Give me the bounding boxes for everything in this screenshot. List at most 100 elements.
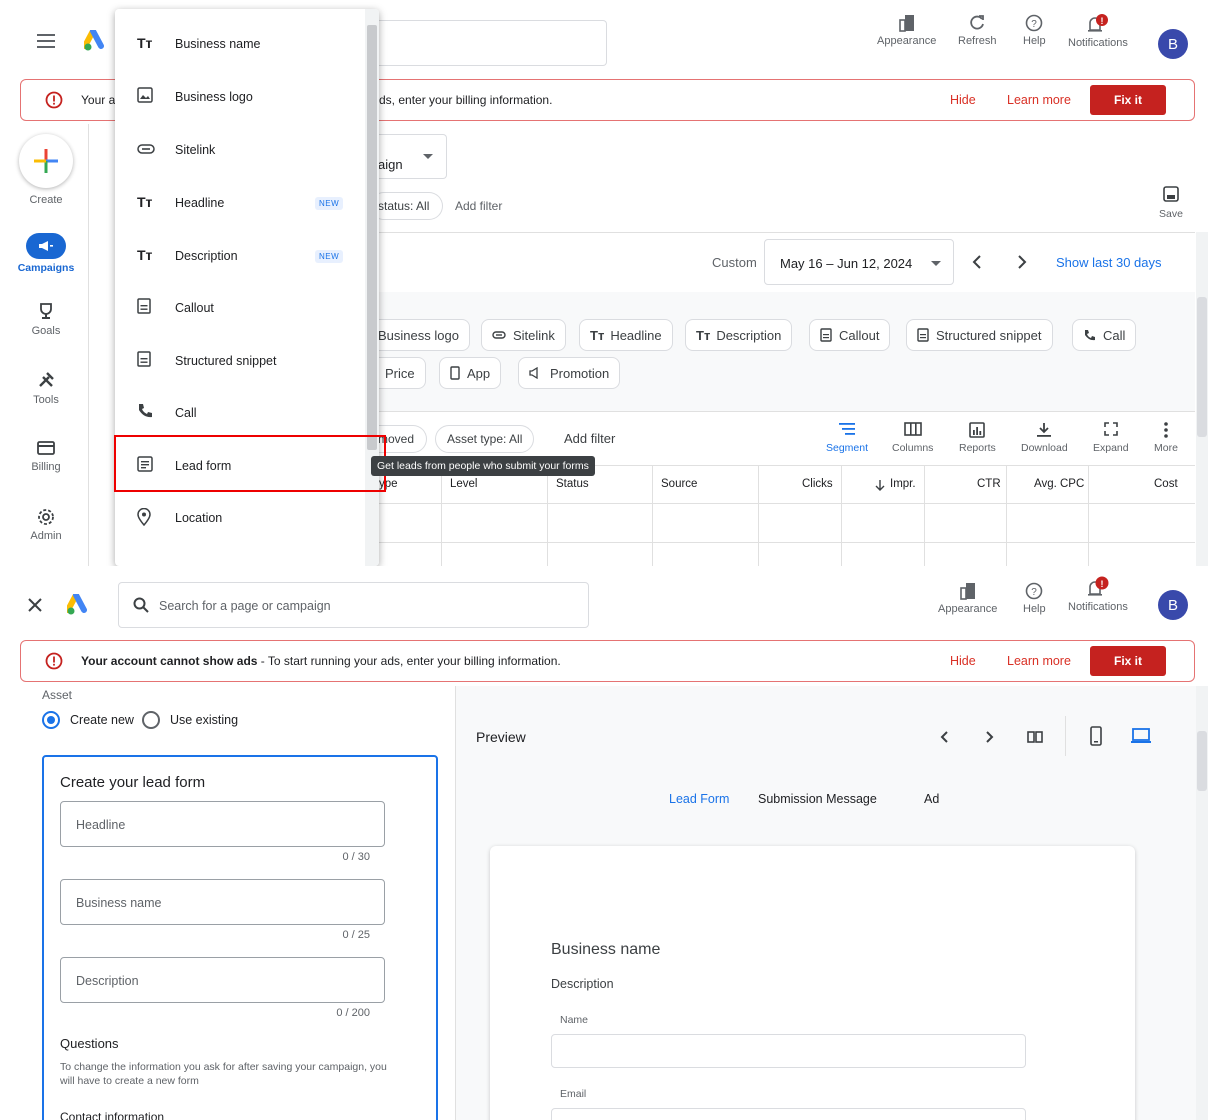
col-divider bbox=[652, 466, 653, 566]
chip-description[interactable]: Tт Description bbox=[685, 319, 793, 351]
form-title: Create your lead form bbox=[60, 774, 206, 791]
svg-text:!: ! bbox=[1100, 16, 1103, 26]
chip-business-logo[interactable]: Business logo bbox=[370, 319, 470, 351]
date-range-select[interactable]: May 16 – Jun 12, 2024 bbox=[764, 239, 954, 285]
asset-type-filter-chip[interactable]: Asset type: All bbox=[435, 425, 535, 453]
save-button[interactable]: Save bbox=[1159, 186, 1183, 220]
columns-button[interactable]: Columns bbox=[892, 422, 933, 454]
segment-icon bbox=[839, 423, 856, 435]
appearance-icon bbox=[898, 15, 914, 32]
chevron-right-icon[interactable] bbox=[986, 731, 994, 743]
learn-more-link[interactable]: Learn more bbox=[1007, 654, 1071, 668]
add-filter-link[interactable]: Add filter bbox=[455, 199, 502, 213]
chip-call[interactable]: Call bbox=[1072, 319, 1137, 351]
chevron-left-icon[interactable] bbox=[972, 255, 982, 269]
expand-button[interactable]: Expand bbox=[1093, 422, 1129, 454]
menu-item-structured-snippet[interactable]: Structured snippet bbox=[115, 335, 365, 387]
description-field[interactable]: Description bbox=[60, 957, 385, 1003]
chevron-right-icon[interactable] bbox=[1017, 255, 1027, 269]
learn-more-link[interactable]: Learn more bbox=[1007, 93, 1071, 107]
column-header-impr[interactable]: Impr. bbox=[890, 478, 916, 490]
column-header-source[interactable]: Source bbox=[661, 478, 697, 490]
dropdown-arrow-icon bbox=[423, 154, 433, 159]
column-header-ctr[interactable]: CTR bbox=[977, 478, 1001, 490]
campaign-assets-screen: Appearance Refresh ? Help ! Notification… bbox=[0, 0, 1208, 566]
status-filter-chip[interactable]: status: All bbox=[370, 192, 443, 220]
chip-sitelink[interactable]: Sitelink bbox=[481, 319, 566, 351]
mobile-icon[interactable] bbox=[1090, 726, 1102, 746]
column-header-status[interactable]: Status bbox=[556, 478, 589, 490]
split-view-icon[interactable] bbox=[1027, 731, 1043, 743]
campaign-select[interactable]: aign bbox=[370, 134, 447, 179]
menu-item-call[interactable]: Call bbox=[115, 387, 365, 439]
hide-link[interactable]: Hide bbox=[950, 93, 976, 107]
scrollbar[interactable] bbox=[1196, 232, 1208, 566]
column-header-clicks[interactable]: Clicks bbox=[802, 478, 833, 490]
fix-it-button[interactable]: Fix it bbox=[1090, 646, 1166, 676]
search-input[interactable] bbox=[370, 20, 607, 66]
column-header-cost[interactable]: Cost bbox=[1154, 478, 1178, 490]
more-button[interactable]: More bbox=[1154, 422, 1178, 454]
desktop-icon[interactable] bbox=[1131, 728, 1151, 744]
hide-link[interactable]: Hide bbox=[950, 654, 976, 668]
menu-icon[interactable] bbox=[37, 34, 55, 48]
google-ads-logo bbox=[67, 594, 91, 616]
menu-item-location[interactable]: Location bbox=[115, 492, 365, 544]
chip-callout[interactable]: Callout bbox=[809, 319, 891, 351]
notifications-button[interactable]: ! Notifications bbox=[1068, 576, 1128, 613]
tab-ad[interactable]: Ad bbox=[924, 792, 939, 806]
nav-admin[interactable]: Admin bbox=[0, 508, 92, 542]
nav-billing[interactable]: Billing bbox=[0, 440, 92, 473]
menu-item-headline[interactable]: Tт Headline NEW bbox=[115, 177, 365, 229]
menu-item-callout[interactable]: Callout bbox=[115, 282, 365, 334]
segment-button[interactable]: Segment bbox=[826, 422, 868, 454]
show-last-30-days-link[interactable]: Show last 30 days bbox=[1056, 255, 1162, 270]
reports-button[interactable]: Reports bbox=[959, 422, 996, 454]
business-name-field[interactable]: Business name bbox=[60, 879, 385, 925]
column-header-avg-cpc[interactable]: Avg. CPC bbox=[1034, 478, 1084, 490]
notifications-button[interactable]: ! Notifications bbox=[1068, 14, 1128, 49]
chip-structured-snippet[interactable]: Structured snippet bbox=[906, 319, 1053, 351]
col-divider bbox=[841, 466, 842, 566]
chip-headline[interactable]: Tт Headline bbox=[579, 319, 673, 351]
tools-icon bbox=[39, 372, 54, 387]
menu-item-description[interactable]: Tт Description NEW bbox=[115, 230, 365, 282]
nav-divider bbox=[88, 124, 89, 566]
doc-icon bbox=[917, 328, 929, 342]
chip-app[interactable]: App bbox=[439, 357, 502, 389]
column-header-level[interactable]: Level bbox=[450, 478, 478, 490]
avatar[interactable]: B bbox=[1158, 590, 1188, 620]
search-input[interactable]: Search for a page or campaign bbox=[118, 582, 589, 628]
chevron-left-icon[interactable] bbox=[940, 731, 948, 743]
appearance-button[interactable]: Appearance bbox=[877, 14, 936, 47]
preview-title: Preview bbox=[476, 729, 526, 745]
phone-icon bbox=[1085, 329, 1095, 340]
tab-submission-message[interactable]: Submission Message bbox=[758, 792, 877, 806]
scrollbar[interactable] bbox=[1196, 686, 1208, 1120]
image-icon bbox=[137, 87, 153, 103]
refresh-icon bbox=[970, 15, 985, 30]
headline-field[interactable]: Headline bbox=[60, 801, 385, 847]
avatar[interactable]: B bbox=[1158, 29, 1188, 59]
tab-lead-form[interactable]: Lead Form bbox=[669, 792, 729, 806]
nav-tools[interactable]: Tools bbox=[0, 371, 92, 406]
download-button[interactable]: Download bbox=[1021, 422, 1068, 454]
chip-promotion[interactable]: Promotion bbox=[518, 357, 621, 389]
help-button[interactable]: ? Help bbox=[1023, 582, 1046, 615]
help-button[interactable]: ? Help bbox=[1023, 14, 1046, 47]
appearance-button[interactable]: Appearance bbox=[938, 582, 997, 615]
doc-icon bbox=[137, 298, 151, 314]
menu-item-business-name[interactable]: Tт Business name bbox=[115, 18, 365, 70]
refresh-button[interactable]: Refresh bbox=[958, 14, 997, 47]
close-icon[interactable] bbox=[28, 598, 42, 612]
col-divider bbox=[1088, 466, 1089, 566]
menu-item-business-logo[interactable]: Business logo bbox=[115, 71, 365, 123]
fix-it-button[interactable]: Fix it bbox=[1090, 85, 1166, 115]
nav-create[interactable]: Create bbox=[0, 134, 92, 206]
nav-campaigns[interactable]: Campaigns bbox=[0, 233, 92, 274]
nav-goals[interactable]: Goals bbox=[0, 302, 92, 337]
menu-item-sitelink[interactable]: Sitelink bbox=[115, 124, 365, 176]
use-existing-radio[interactable] bbox=[141, 711, 160, 729]
create-new-radio[interactable] bbox=[42, 711, 60, 729]
add-filter-link[interactable]: Add filter bbox=[564, 431, 615, 446]
